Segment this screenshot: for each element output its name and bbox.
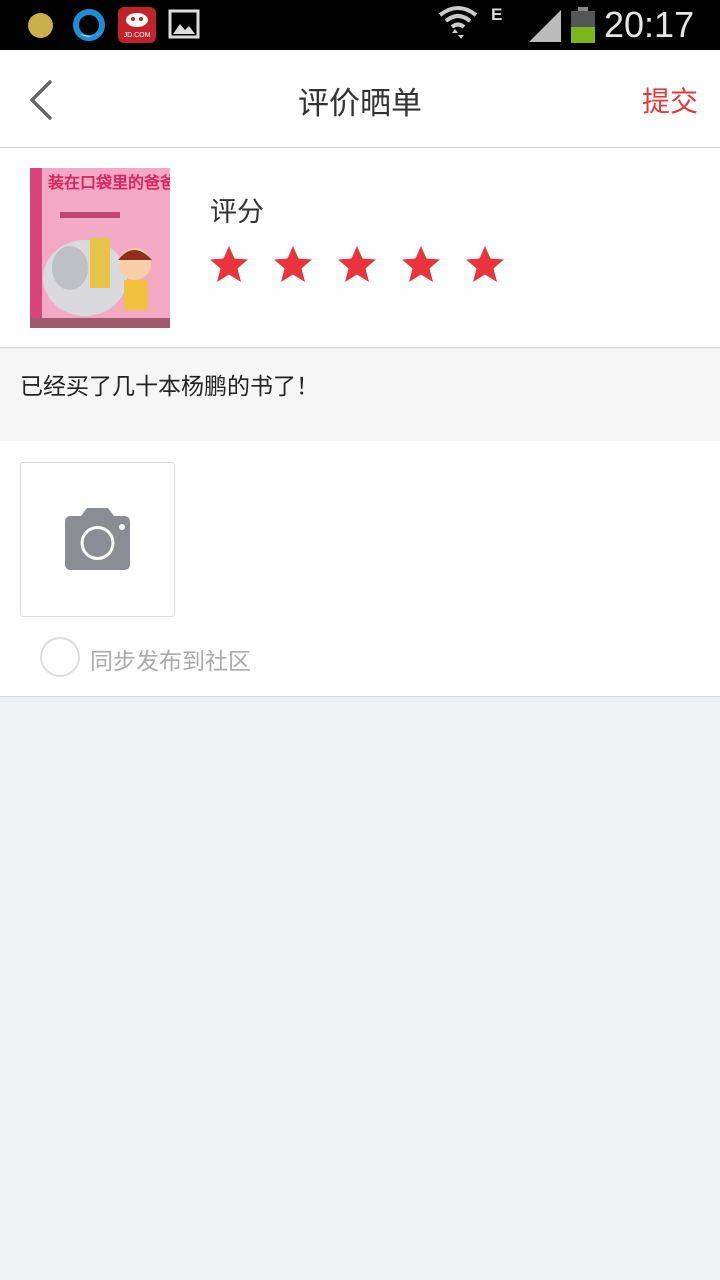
book-cover-art: 装在口袋里的爸爸 bbox=[30, 168, 170, 328]
status-time: 20:17 bbox=[604, 4, 695, 45]
star-icon[interactable] bbox=[400, 244, 442, 284]
submit-button[interactable]: 提交 bbox=[642, 80, 698, 120]
star-icon[interactable] bbox=[208, 244, 250, 284]
battery-icon bbox=[571, 7, 595, 43]
signal-icon bbox=[529, 10, 561, 42]
status-bar: JD.COM E 20:17 bbox=[0, 0, 720, 50]
gallery-icon bbox=[168, 9, 200, 39]
product-cover-image: 装在口袋里的爸爸 bbox=[30, 168, 170, 328]
photo-section: 同步发布到社区 bbox=[0, 441, 720, 697]
network-type: E bbox=[491, 5, 503, 24]
header-bar: 评价晒单 提交 bbox=[0, 50, 720, 148]
add-photo-button[interactable] bbox=[20, 462, 175, 617]
chevron-left-icon[interactable] bbox=[20, 76, 64, 124]
jd-badge-text: JD.COM bbox=[123, 32, 151, 39]
browser-q-icon bbox=[73, 9, 105, 41]
star-icon[interactable] bbox=[272, 244, 314, 284]
notification-dot-icon bbox=[28, 13, 53, 38]
page-title: 评价晒单 bbox=[298, 86, 422, 122]
sync-label: 同步发布到社区 bbox=[90, 649, 251, 675]
wifi-icon bbox=[438, 6, 478, 39]
jd-app-icon: JD.COM bbox=[118, 7, 156, 43]
cover-title-text: 装在口袋里的爸爸 bbox=[47, 173, 170, 192]
star-icon[interactable] bbox=[336, 244, 378, 284]
review-text[interactable]: 已经买了几十本杨鹏的书了！ bbox=[20, 367, 319, 401]
rating-label: 评分 bbox=[210, 197, 264, 228]
product-rating-section: 装在口袋里的爸爸 评分 bbox=[0, 148, 720, 348]
sync-radio[interactable] bbox=[40, 637, 80, 677]
review-text-area[interactable]: 已经买了几十本杨鹏的书了！ bbox=[0, 349, 720, 441]
star-icon[interactable] bbox=[464, 244, 506, 284]
camera-icon bbox=[65, 508, 130, 570]
